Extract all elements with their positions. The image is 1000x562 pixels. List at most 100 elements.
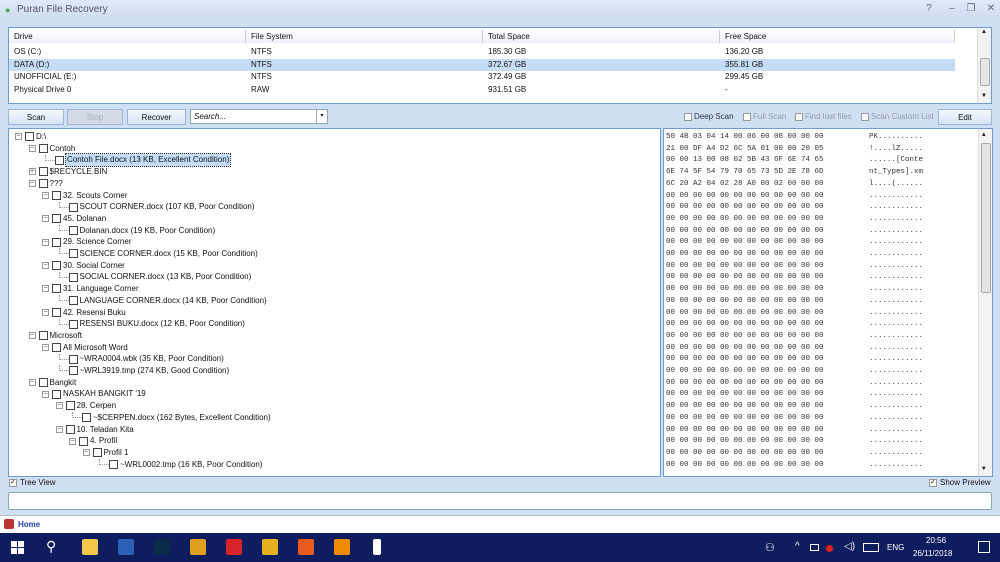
drive-row[interactable]: UNOFFICIAL (E:) NTFS 372.49 GB 299.45 GB bbox=[9, 71, 955, 84]
tree-label[interactable]: 10. Teladan Kita bbox=[76, 424, 135, 436]
tree-label[interactable]: 31. Language Corner bbox=[62, 283, 140, 295]
notification-icon[interactable] bbox=[978, 541, 990, 553]
tree-folder[interactable]: − 45. Dolanan bbox=[42, 213, 107, 225]
tree-folder[interactable]: − All Microsoft Word bbox=[42, 342, 129, 354]
tree-checkbox[interactable] bbox=[92, 448, 102, 458]
tree-checkbox[interactable] bbox=[38, 167, 48, 177]
collapse-icon[interactable]: − bbox=[42, 191, 49, 199]
tree-checkbox[interactable] bbox=[68, 272, 78, 282]
puran-file-recovery-icon[interactable] bbox=[373, 539, 381, 555]
expand-icon[interactable]: + bbox=[28, 168, 36, 176]
language-indicator[interactable]: ENG bbox=[887, 543, 904, 552]
tree-folder[interactable]: − Profil 1 bbox=[82, 447, 130, 459]
tree-folder[interactable]: + $RECYCLE.BIN bbox=[28, 166, 109, 178]
tree-label[interactable]: SCIENCE CORNER.docx (15 KB, Poor Conditi… bbox=[79, 248, 259, 260]
scroll-up-icon[interactable]: ▲ bbox=[981, 29, 987, 35]
tree-file[interactable]: RESENSI BUKU.docx (12 KB, Poor Condition… bbox=[56, 318, 246, 330]
tree-file[interactable]: LANGUAGE CORNER.docx (14 KB, Poor Condit… bbox=[56, 295, 268, 307]
drive-row[interactable]: Physical Drive 0 RAW 931.51 GB - bbox=[9, 84, 955, 97]
tree-file[interactable]: SCIENCE CORNER.docx (15 KB, Poor Conditi… bbox=[56, 248, 259, 260]
tree-checkbox[interactable] bbox=[65, 401, 75, 411]
show-preview-checkbox[interactable]: ✓ Show Preview bbox=[929, 478, 991, 487]
tree-label[interactable]: 42. Resensi Buku bbox=[62, 307, 127, 319]
tree-label[interactable]: 30. Social Corner bbox=[62, 260, 126, 272]
tree-label[interactable]: SOCIAL CORNER.docx (13 KB, Poor Conditio… bbox=[79, 271, 253, 283]
tree-file[interactable]: SCOUT CORNER.docx (107 KB, Poor Conditio… bbox=[56, 201, 256, 213]
scroll-up-icon[interactable]: ▲ bbox=[982, 131, 986, 138]
maximize-button[interactable]: ❐ bbox=[964, 3, 978, 14]
tree-label[interactable]: 32. Scouts Corner bbox=[62, 190, 128, 202]
scroll-down-icon[interactable]: ▼ bbox=[981, 93, 987, 99]
tree-file[interactable]: Dolanan.docx (19 KB, Poor Condition) bbox=[56, 224, 217, 237]
collapse-icon[interactable]: − bbox=[42, 308, 49, 316]
tree-checkbox[interactable] bbox=[82, 413, 91, 423]
tree-folder[interactable]: − D:\ bbox=[15, 131, 47, 143]
drive-row[interactable]: DATA (D:) NTFS 372.67 GB 355.81 GB bbox=[9, 58, 955, 71]
tree-checkbox[interactable] bbox=[68, 249, 78, 259]
tree-checkbox[interactable] bbox=[52, 237, 61, 247]
tree-label[interactable]: Microsoft bbox=[49, 330, 83, 342]
tree-checkbox[interactable] bbox=[65, 424, 75, 434]
clock-time[interactable]: 20:56 bbox=[926, 536, 946, 545]
drive-row[interactable]: OS (C:) NTFS 185.30 GB 136.20 GB bbox=[9, 46, 955, 59]
collapse-icon[interactable]: − bbox=[28, 180, 36, 188]
file-explorer-icon[interactable] bbox=[82, 539, 98, 555]
tree-label[interactable]: ~WRL0002.tmp (16 KB, Poor Condition) bbox=[119, 459, 264, 471]
network-icon[interactable] bbox=[826, 545, 833, 552]
tree-label[interactable]: All Microsoft Word bbox=[62, 342, 129, 354]
keyboard-icon[interactable] bbox=[863, 543, 879, 552]
collapse-icon[interactable]: − bbox=[55, 402, 63, 410]
winamp-icon[interactable] bbox=[262, 539, 278, 555]
scroll-thumb[interactable] bbox=[981, 143, 991, 293]
scan-custom-list-checkbox[interactable]: Scan Custom List bbox=[861, 112, 934, 121]
tree-checkbox[interactable] bbox=[109, 459, 118, 469]
tree-file[interactable]: ~WRL3919.tmp (274 KB, Good Condition) bbox=[56, 365, 231, 377]
scroll-thumb[interactable] bbox=[980, 58, 990, 86]
windows-start-icon[interactable] bbox=[11, 541, 24, 554]
collapse-icon[interactable]: − bbox=[42, 215, 49, 223]
file-tree[interactable]: − D:\ − Contoh Contoh File.docx (13 KB, Exce… bbox=[8, 128, 661, 477]
full-scan-checkbox[interactable]: Full Scan bbox=[743, 112, 786, 121]
word-icon[interactable] bbox=[118, 539, 134, 555]
tree-label[interactable]: 4. Profil bbox=[89, 435, 118, 447]
tree-label[interactable]: ??? bbox=[49, 178, 64, 190]
collapse-icon[interactable]: − bbox=[28, 145, 36, 153]
tree-folder[interactable]: − 28. Cerpen bbox=[55, 400, 118, 412]
close-button[interactable]: ✕ bbox=[984, 3, 998, 14]
tree-file[interactable]: ~$CERPEN.docx (162 Bytes, Excellent Cond… bbox=[69, 412, 272, 424]
home-link[interactable]: Home bbox=[18, 520, 40, 529]
tree-folder[interactable]: − 42. Resensi Buku bbox=[42, 307, 127, 319]
collapse-icon[interactable]: − bbox=[69, 437, 76, 445]
deep-scan-checkbox[interactable]: Deep Scan bbox=[684, 112, 734, 121]
tree-file[interactable]: Contoh File.docx (13 KB, Excellent Condi… bbox=[42, 153, 232, 168]
drive-list[interactable]: Drive File System Total Space Free Space… bbox=[8, 27, 992, 104]
tree-folder[interactable]: − 30. Social Corner bbox=[42, 260, 126, 272]
tree-view-checkbox[interactable]: ✓ Tree View bbox=[9, 478, 56, 487]
tree-checkbox[interactable] bbox=[68, 354, 78, 364]
collapse-icon[interactable]: − bbox=[42, 262, 49, 270]
tree-label[interactable]: ~WRL3919.tmp (274 KB, Good Condition) bbox=[79, 365, 231, 377]
tree-label[interactable]: $RECYCLE.BIN bbox=[49, 166, 109, 178]
collapse-icon[interactable]: − bbox=[55, 425, 63, 433]
tree-checkbox[interactable] bbox=[38, 378, 48, 388]
hex-scrollbar[interactable]: ▲ ▼ bbox=[978, 129, 992, 476]
volume-icon[interactable]: ◁) bbox=[844, 541, 855, 552]
vlc-icon[interactable] bbox=[334, 539, 350, 555]
tree-folder[interactable]: − 10. Teladan Kita bbox=[55, 424, 135, 436]
tree-label[interactable]: 45. Dolanan bbox=[62, 213, 107, 225]
stop-button[interactable]: Stop bbox=[67, 109, 123, 125]
collapse-icon[interactable]: − bbox=[28, 379, 36, 387]
tree-file[interactable]: ~WRL0002.tmp (16 KB, Poor Condition) bbox=[96, 458, 264, 471]
tree-checkbox[interactable] bbox=[68, 296, 78, 306]
tree-checkbox[interactable] bbox=[68, 202, 78, 212]
tree-checkbox[interactable] bbox=[38, 144, 48, 154]
collapse-icon[interactable]: − bbox=[42, 390, 49, 398]
column-header-total-space[interactable]: Total Space bbox=[483, 30, 720, 43]
tree-checkbox[interactable] bbox=[68, 319, 78, 329]
tree-checkbox[interactable] bbox=[38, 331, 48, 341]
chrome-icon[interactable] bbox=[190, 539, 206, 555]
scan-button[interactable]: Scan bbox=[8, 109, 64, 125]
column-header-drive[interactable]: Drive bbox=[9, 30, 246, 43]
tree-folder[interactable]: − 32. Scouts Corner bbox=[42, 190, 128, 202]
tree-label[interactable]: NASKAH BANGKIT '19 bbox=[62, 388, 147, 400]
